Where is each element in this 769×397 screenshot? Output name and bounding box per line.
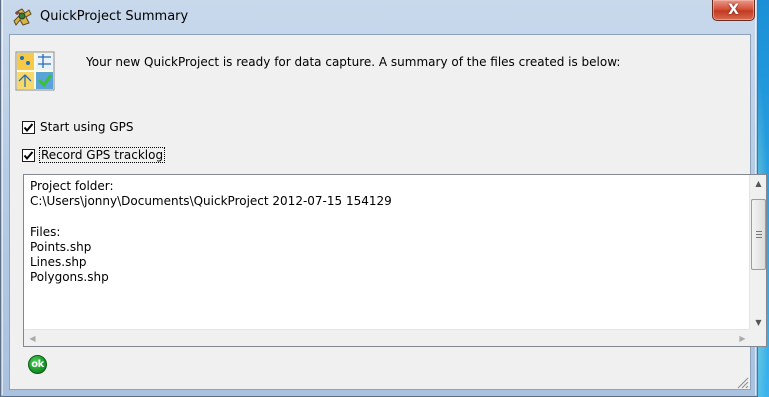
start-gps-checkbox[interactable]	[22, 120, 35, 134]
start-gps-option[interactable]: Start using GPS	[22, 118, 134, 136]
ok-button[interactable]: ok	[28, 355, 47, 374]
vertical-scrollbar[interactable]: ▲ ▼	[749, 175, 766, 331]
close-icon: X	[728, 2, 739, 18]
summary-text: Project folder: C:\Users\jonny\Documents…	[30, 179, 392, 285]
title-bar[interactable]: QuickProject Summary X	[1, 0, 757, 34]
gps-tool-icon	[11, 7, 33, 27]
close-button[interactable]: X	[712, 0, 755, 21]
record-tracklog-checkbox[interactable]	[22, 148, 35, 162]
quickproject-icon	[15, 51, 55, 91]
record-tracklog-option[interactable]: Record GPS tracklog	[22, 146, 166, 164]
horizontal-scrollbar[interactable]: ◀ ▶	[24, 329, 751, 346]
start-gps-label[interactable]: Start using GPS	[40, 120, 134, 134]
summary-text-area[interactable]: Project folder: C:\Users\jonny\Documents…	[23, 174, 767, 347]
record-tracklog-label[interactable]: Record GPS tracklog	[38, 147, 166, 163]
resize-grip-icon[interactable]	[735, 375, 749, 389]
scroll-up-icon[interactable]: ▲	[750, 175, 766, 192]
scroll-corner	[749, 329, 766, 346]
ok-circle-icon: ok	[31, 359, 44, 370]
vertical-scroll-thumb[interactable]	[751, 199, 766, 270]
intro-message: Your new QuickProject is ready for data …	[86, 55, 621, 69]
scroll-left-icon[interactable]: ◀	[24, 330, 41, 346]
window-title: QuickProject Summary	[40, 9, 189, 24]
